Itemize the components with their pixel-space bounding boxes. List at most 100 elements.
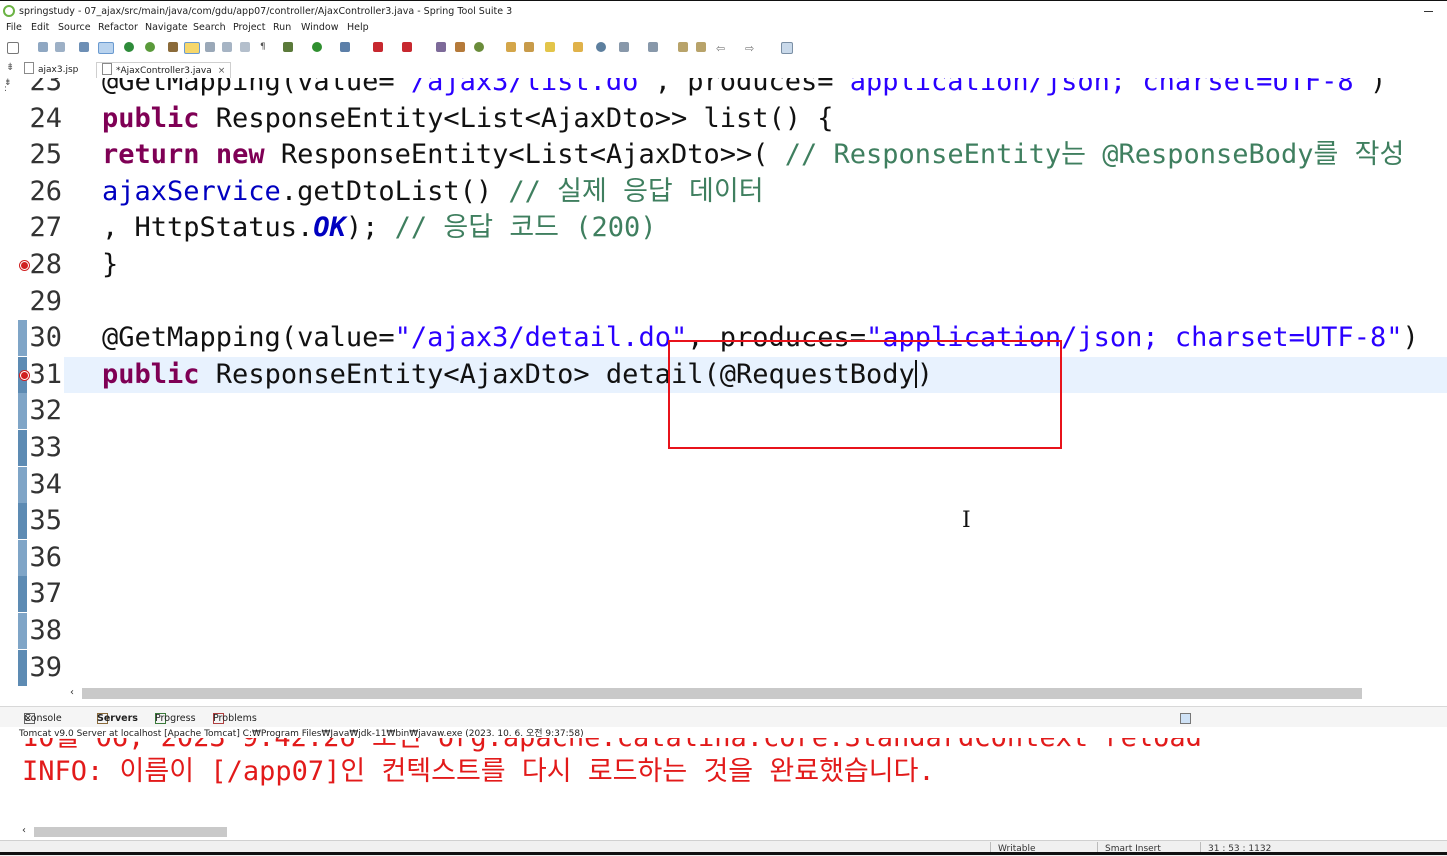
code-line[interactable]: }	[102, 247, 118, 283]
prev-annotation-icon[interactable]	[648, 42, 658, 52]
menu-run[interactable]: Run	[273, 22, 291, 33]
code-line[interactable]: , HttpStatus.OK); // 응답 코드 (200)	[102, 210, 657, 246]
window-title: springstudy - 07_ajax/src/main/java/com/…	[19, 6, 513, 17]
code-token: OK	[313, 212, 346, 244]
code-token: , produces=	[654, 78, 834, 97]
code-token: new	[215, 139, 265, 171]
package-icon[interactable]	[455, 42, 465, 52]
stop-icon[interactable]	[373, 42, 383, 52]
code-token: )	[1402, 322, 1419, 354]
line-number: 30	[29, 322, 62, 354]
code-token: ajaxService	[102, 175, 281, 207]
open-resource-icon[interactable]	[524, 42, 534, 52]
menu-refactor[interactable]: Refactor	[98, 22, 138, 33]
debug-icon[interactable]	[283, 42, 293, 52]
highlight-toggle-icon[interactable]	[184, 42, 200, 54]
mouse-ibeam-cursor: I	[962, 508, 971, 533]
menu-project[interactable]: Project	[233, 22, 266, 33]
menu-help[interactable]: Help	[347, 22, 369, 33]
annotation-highlight-box	[668, 340, 1062, 449]
code-token: @GetMapping(value=	[102, 78, 395, 97]
menu-navigate[interactable]: Navigate	[145, 22, 188, 33]
menu-edit[interactable]: Edit	[31, 22, 49, 33]
code-token: public	[102, 102, 200, 134]
scrollbar-thumb[interactable]	[34, 827, 227, 837]
line-number: 36	[29, 541, 62, 573]
tab-ajaxcontroller3-java[interactable]: *AjaxController3.java ×	[96, 62, 232, 78]
code-editor[interactable]: ⇟ : 23 @GetMapping(value="/ajax3/list.do"…	[0, 78, 1447, 686]
tool-icon-3[interactable]	[240, 42, 250, 52]
error-marker-icon[interactable]	[20, 261, 29, 270]
run-icon[interactable]	[312, 42, 322, 52]
print-icon[interactable]	[79, 42, 89, 52]
line-number: 33	[29, 432, 62, 463]
task-icon[interactable]	[168, 42, 178, 52]
console-output[interactable]: 10월 06, 2023 9:42:26 오전 org.apache.catal…	[0, 738, 1447, 824]
code-token: // 응답 코드 (200)	[394, 212, 657, 244]
terminate-icon[interactable]	[402, 42, 412, 52]
code-line[interactable]: public ResponseEntity<List<AjaxDto>> lis…	[102, 101, 834, 137]
console-process-label: Tomcat v9.0 Server at localhost [Apache …	[0, 726, 1447, 739]
line-number: 24	[29, 102, 62, 134]
external-tools-icon[interactable]	[340, 42, 350, 52]
pointer-toggle-icon[interactable]	[98, 42, 114, 54]
spring-tool-suite-icon	[3, 5, 15, 17]
globe-icon[interactable]	[596, 42, 606, 52]
scrollbar-thumb[interactable]	[82, 688, 1362, 699]
line-number: 37	[29, 578, 62, 610]
code-token: )	[1369, 78, 1387, 97]
minimize-icon[interactable]	[1424, 11, 1433, 12]
title-bar: springstudy - 07_ajax/src/main/java/com/…	[0, 0, 1447, 22]
overview-ruler: ⇟ :	[0, 78, 14, 686]
menu-search[interactable]: Search	[193, 22, 226, 33]
line-number: 26	[29, 175, 62, 207]
code-token: }	[102, 249, 119, 280]
forward-icon[interactable]: ⇨	[745, 42, 755, 55]
next-annotation-icon[interactable]	[619, 42, 629, 52]
code-line[interactable]: ajaxService.getDtoList() // 실제 응답 데이터	[102, 174, 764, 210]
server-icon[interactable]	[436, 42, 446, 52]
editor-tab-bar: ⇟ ajax3.jsp *AjaxController3.java ×	[0, 60, 1447, 79]
code-token: .getDtoList()	[280, 175, 509, 207]
open-type-icon[interactable]	[506, 42, 516, 52]
boot-dashboard-icon[interactable]	[124, 42, 134, 52]
open-perspective-icon[interactable]	[781, 42, 793, 54]
code-token: ResponseEntity<List<AjaxDto>>(	[264, 139, 785, 171]
pilcrow-icon[interactable]: ¶	[260, 42, 270, 52]
save-icon[interactable]	[38, 42, 48, 52]
code-line[interactable]: return new ResponseEntity<List<AjaxDto>>…	[102, 137, 1404, 173]
back-icon[interactable]: ⇦	[716, 42, 726, 55]
refresh-icon[interactable]	[145, 42, 155, 52]
annotation-icon[interactable]	[545, 42, 555, 52]
code-token: // ResponseEntity는 @ResponseBody를 작성	[784, 139, 1405, 171]
line-number: 27	[29, 212, 62, 244]
editor-horizontal-scrollbar[interactable]: ‹	[0, 686, 1447, 704]
close-icon[interactable]: ×	[24, 713, 32, 724]
error-marker-icon[interactable]	[20, 370, 29, 380]
tab-scroll-icon[interactable]: ⇟	[6, 62, 18, 77]
tool-icon-1[interactable]	[205, 42, 215, 52]
scroll-left-icon[interactable]: ‹	[22, 825, 26, 836]
close-icon[interactable]: ×	[218, 66, 226, 76]
menu-source[interactable]: Source	[58, 22, 91, 33]
open-console-icon[interactable]	[1180, 713, 1191, 724]
bottom-panel-tabs: Console × Servers Progress Problems	[0, 706, 1447, 727]
edit-location-icon[interactable]	[696, 42, 706, 52]
tool-icon-2[interactable]	[222, 42, 232, 52]
line-number: 38	[29, 615, 62, 646]
code-token: // 실제 응답 데이터	[508, 175, 764, 207]
new-class-icon[interactable]	[474, 42, 484, 52]
tab-ajax3-jsp[interactable]: ajax3.jsp	[24, 62, 78, 77]
console-horizontal-scrollbar[interactable]: ‹	[0, 824, 1447, 840]
new-icon[interactable]	[7, 42, 19, 54]
code-line[interactable]: @GetMapping(value="/ajax3/list.do", prod…	[102, 78, 1386, 100]
code-token: ResponseEntity<List<AjaxDto>> list() {	[199, 102, 834, 134]
code-token: @GetMapping(value=	[102, 322, 395, 354]
menu-window[interactable]: Window	[301, 22, 338, 33]
save-all-icon[interactable]	[55, 42, 65, 52]
scroll-left-icon[interactable]: ‹	[70, 687, 74, 698]
last-edit-icon[interactable]	[678, 42, 688, 52]
folder-icon[interactable]	[573, 42, 583, 52]
menu-file[interactable]: File	[6, 22, 22, 33]
